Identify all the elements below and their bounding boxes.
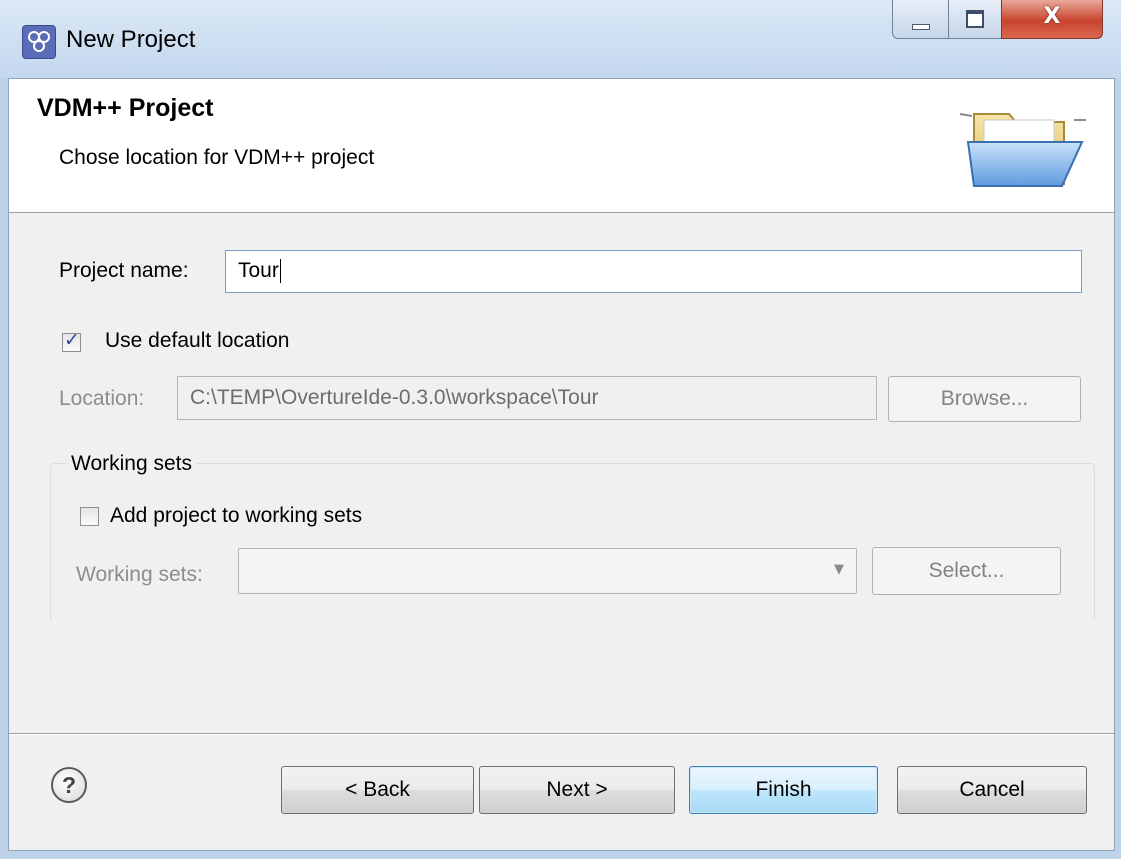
dialog-content: VDM++ Project Chose location for VDM++ p… — [8, 78, 1115, 851]
minimize-icon — [912, 24, 930, 30]
footer-separator — [9, 733, 1114, 735]
minimize-button[interactable] — [892, 0, 949, 39]
back-button[interactable]: < Back — [281, 766, 474, 814]
checkmark-icon: ✓ — [64, 329, 80, 351]
use-default-location-checkbox[interactable]: ✓ — [62, 329, 81, 352]
project-name-value: Tour — [238, 259, 279, 282]
add-to-working-sets-label[interactable]: Add project to working sets — [110, 504, 362, 528]
dropdown-arrow-icon: ▼ — [834, 562, 844, 577]
working-sets-label: Working sets: — [76, 563, 203, 586]
close-button[interactable]: X — [1001, 0, 1103, 39]
use-default-location-label[interactable]: Use default location — [105, 329, 289, 353]
project-name-label: Project name: — [59, 259, 189, 282]
close-icon: X — [1043, 4, 1061, 29]
finish-button[interactable]: Finish — [689, 766, 878, 814]
add-to-working-sets-checkbox[interactable] — [80, 507, 99, 526]
title-bar[interactable]: New Project X — [0, 0, 1121, 78]
location-label: Location: — [59, 387, 145, 410]
cancel-button[interactable]: Cancel — [897, 766, 1087, 814]
select-button[interactable]: Select... — [872, 547, 1061, 595]
working-sets-combo[interactable]: ▼ — [238, 548, 857, 594]
wizard-banner: VDM++ Project Chose location for VDM++ p… — [9, 79, 1114, 213]
project-name-field[interactable]: Tour — [225, 250, 1082, 293]
text-caret — [279, 259, 281, 284]
location-field[interactable]: C:\TEMP\OvertureIde-0.3.0\workspace\Tour — [177, 376, 877, 420]
browse-button[interactable]: Browse... — [888, 376, 1081, 422]
window-title: New Project — [66, 26, 196, 53]
maximize-button[interactable] — [948, 0, 1002, 39]
page-description: Chose location for VDM++ project — [59, 146, 375, 169]
working-sets-group-title: Working sets — [67, 452, 196, 476]
maximize-icon — [966, 10, 984, 28]
help-icon[interactable]: ? — [51, 767, 87, 803]
next-button[interactable]: Next > — [479, 766, 675, 814]
page-title: VDM++ Project — [37, 94, 214, 122]
app-icon — [22, 25, 56, 59]
working-sets-group — [50, 463, 1095, 622]
folder-icon — [954, 104, 1094, 197]
new-project-dialog: New Project X VDM++ Project Chose locati… — [0, 0, 1121, 859]
